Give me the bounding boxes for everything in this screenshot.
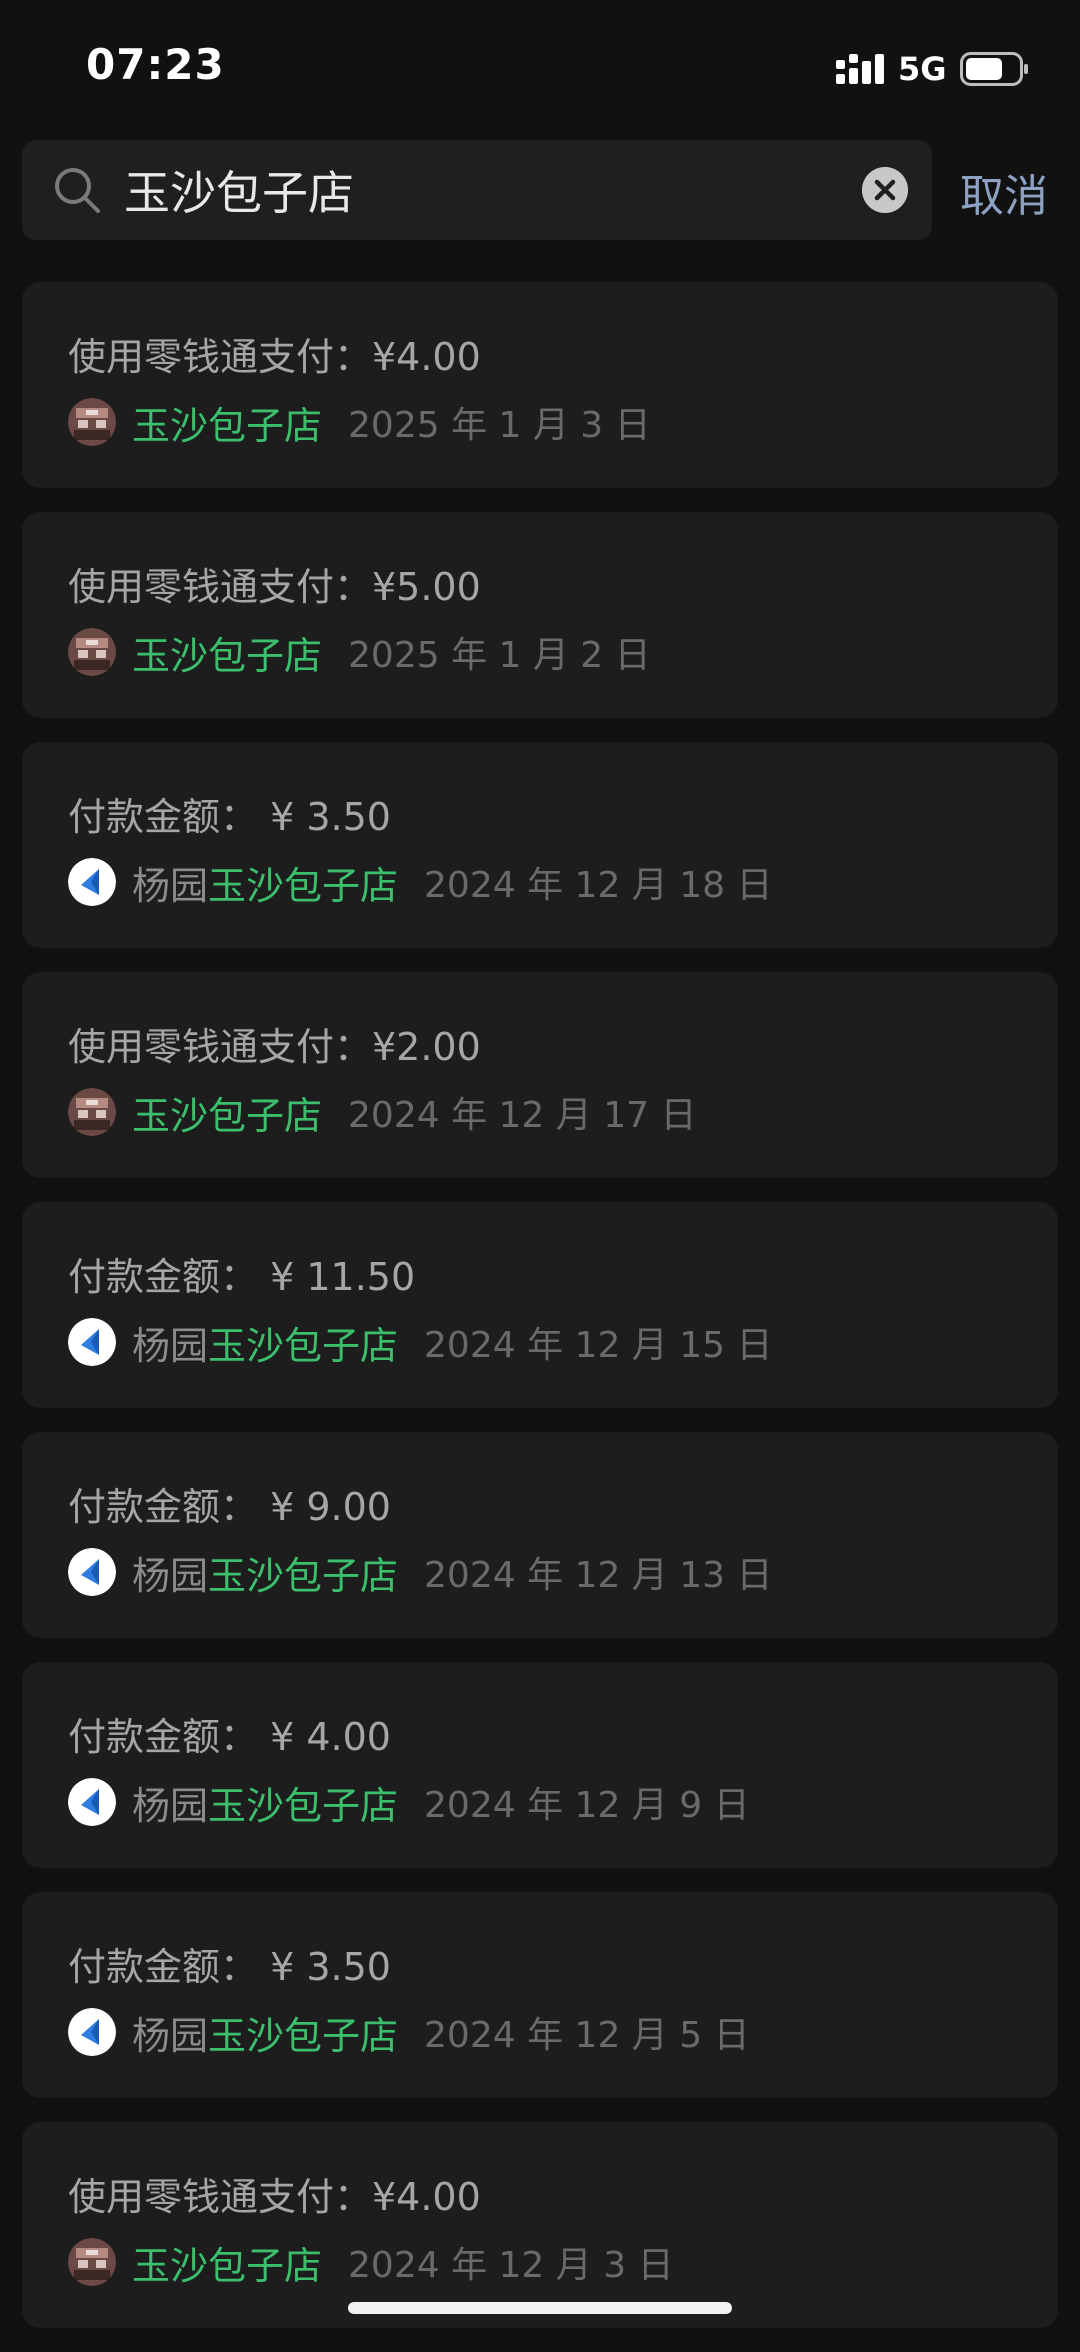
merchant-row: 杨园 玉沙包子店 2024 年 12 月 5 日 — [68, 2006, 750, 2058]
transaction-record[interactable]: 使用零钱通支付：¥2.00 玉沙包子店 2024 年 12 月 17 日 — [22, 972, 1058, 1178]
shop-photo-avatar — [68, 628, 116, 676]
shop-photo-avatar-icon — [68, 398, 116, 446]
merchant-row: 玉沙包子店 2025 年 1 月 2 日 — [68, 626, 651, 678]
search-bar[interactable] — [22, 140, 932, 240]
record-date: 2024 年 12 月 9 日 — [424, 1785, 750, 1826]
battery-icon — [960, 52, 1028, 86]
record-date: 2024 年 12 月 17 日 — [348, 1095, 697, 1136]
merchant-name: 玉沙包子店 — [132, 2243, 323, 2288]
merchant-name: 玉沙包子店 — [208, 1323, 399, 1368]
merchant-name: 玉沙包子店 — [132, 1093, 323, 1138]
status-time: 07:23 — [86, 40, 225, 89]
merchant-name: 玉沙包子店 — [208, 863, 399, 908]
transaction-record[interactable]: 付款金额： ¥ 3.50 杨园 玉沙包子店 2024 年 12 月 18 日 — [22, 742, 1058, 948]
record-date: 2024 年 12 月 18 日 — [424, 865, 773, 906]
transaction-record[interactable]: 使用零钱通支付：¥4.00 玉沙包子店 2024 年 12 月 3 日 — [22, 2122, 1058, 2328]
blue-logo-avatar — [68, 1548, 116, 1596]
merchant-prefix: 杨园 — [132, 1783, 209, 1828]
payment-amount: 付款金额： ¥ 4.00 — [68, 1715, 391, 1759]
payment-amount: 付款金额： ¥ 3.50 — [68, 1945, 391, 1989]
record-date: 2024 年 12 月 15 日 — [424, 1325, 773, 1366]
blue-logo-avatar — [68, 858, 116, 906]
merchant-prefix: 杨园 — [132, 1553, 209, 1598]
shop-photo-avatar-icon — [68, 1088, 116, 1136]
payment-amount: 付款金额： ¥ 3.50 — [68, 795, 391, 839]
blue-logo-avatar-icon — [68, 1548, 116, 1596]
blue-logo-avatar — [68, 1778, 116, 1826]
merchant-prefix: 杨园 — [132, 1323, 209, 1368]
payment-amount: 付款金额： ¥ 9.00 — [68, 1485, 391, 1529]
shop-photo-avatar-icon — [68, 2238, 116, 2286]
blue-logo-avatar — [68, 2008, 116, 2056]
shop-photo-avatar — [68, 398, 116, 446]
payment-amount: 使用零钱通支付：¥4.00 — [68, 335, 481, 379]
home-indicator — [348, 2302, 732, 2314]
record-date: 2025 年 1 月 3 日 — [348, 405, 651, 446]
signal-icon — [836, 54, 884, 84]
payment-amount: 付款金额： ¥ 11.50 — [68, 1255, 416, 1299]
transaction-record[interactable]: 使用零钱通支付：¥4.00 玉沙包子店 2025 年 1 月 3 日 — [22, 282, 1058, 488]
status-bar: 07:23 5G — [0, 0, 1080, 130]
blue-logo-avatar-icon — [68, 2008, 116, 2056]
result-list: 使用零钱通支付：¥4.00 玉沙包子店 2025 年 1 月 3 日 使用零钱通… — [22, 282, 1058, 2352]
blue-logo-avatar-icon — [68, 858, 116, 906]
transaction-record[interactable]: 使用零钱通支付：¥5.00 玉沙包子店 2025 年 1 月 2 日 — [22, 512, 1058, 718]
search-icon — [55, 168, 100, 213]
cancel-button[interactable]: 取消 — [960, 160, 1048, 224]
transaction-record[interactable]: 付款金额： ¥ 9.00 杨园 玉沙包子店 2024 年 12 月 13 日 — [22, 1432, 1058, 1638]
merchant-name: 玉沙包子店 — [132, 633, 323, 678]
merchant-prefix: 杨园 — [132, 2013, 209, 2058]
merchant-row: 玉沙包子店 2024 年 12 月 17 日 — [68, 1086, 696, 1138]
record-date: 2024 年 12 月 3 日 — [348, 2245, 674, 2286]
clear-icon[interactable] — [862, 167, 908, 213]
merchant-row: 玉沙包子店 2024 年 12 月 3 日 — [68, 2236, 674, 2288]
merchant-row: 杨园 玉沙包子店 2024 年 12 月 15 日 — [68, 1316, 772, 1368]
merchant-row: 玉沙包子店 2025 年 1 月 3 日 — [68, 396, 651, 448]
merchant-name: 玉沙包子店 — [208, 1783, 399, 1828]
record-date: 2025 年 1 月 2 日 — [348, 635, 651, 676]
network-label: 5G — [898, 50, 947, 88]
transaction-record[interactable]: 付款金额： ¥ 3.50 杨园 玉沙包子店 2024 年 12 月 5 日 — [22, 1892, 1058, 2098]
merchant-name: 玉沙包子店 — [208, 2013, 399, 2058]
merchant-name: 玉沙包子店 — [132, 403, 323, 448]
record-date: 2024 年 12 月 13 日 — [424, 1555, 773, 1596]
merchant-row: 杨园 玉沙包子店 2024 年 12 月 18 日 — [68, 856, 772, 908]
blue-logo-avatar-icon — [68, 1318, 116, 1366]
transaction-record[interactable]: 付款金额： ¥ 4.00 杨园 玉沙包子店 2024 年 12 月 9 日 — [22, 1662, 1058, 1868]
search-input[interactable] — [124, 154, 854, 226]
payment-amount: 使用零钱通支付：¥4.00 — [68, 2175, 481, 2219]
payment-amount: 使用零钱通支付：¥5.00 — [68, 565, 481, 609]
merchant-row: 杨园 玉沙包子店 2024 年 12 月 9 日 — [68, 1776, 750, 1828]
blue-logo-avatar — [68, 1318, 116, 1366]
record-date: 2024 年 12 月 5 日 — [424, 2015, 750, 2056]
transaction-record[interactable]: 付款金额： ¥ 11.50 杨园 玉沙包子店 2024 年 12 月 15 日 — [22, 1202, 1058, 1408]
merchant-prefix: 杨园 — [132, 863, 209, 908]
blue-logo-avatar-icon — [68, 1778, 116, 1826]
shop-photo-avatar — [68, 2238, 116, 2286]
merchant-name: 玉沙包子店 — [208, 1553, 399, 1598]
shop-photo-avatar — [68, 1088, 116, 1136]
merchant-row: 杨园 玉沙包子店 2024 年 12 月 13 日 — [68, 1546, 772, 1598]
payment-amount: 使用零钱通支付：¥2.00 — [68, 1025, 481, 1069]
shop-photo-avatar-icon — [68, 628, 116, 676]
